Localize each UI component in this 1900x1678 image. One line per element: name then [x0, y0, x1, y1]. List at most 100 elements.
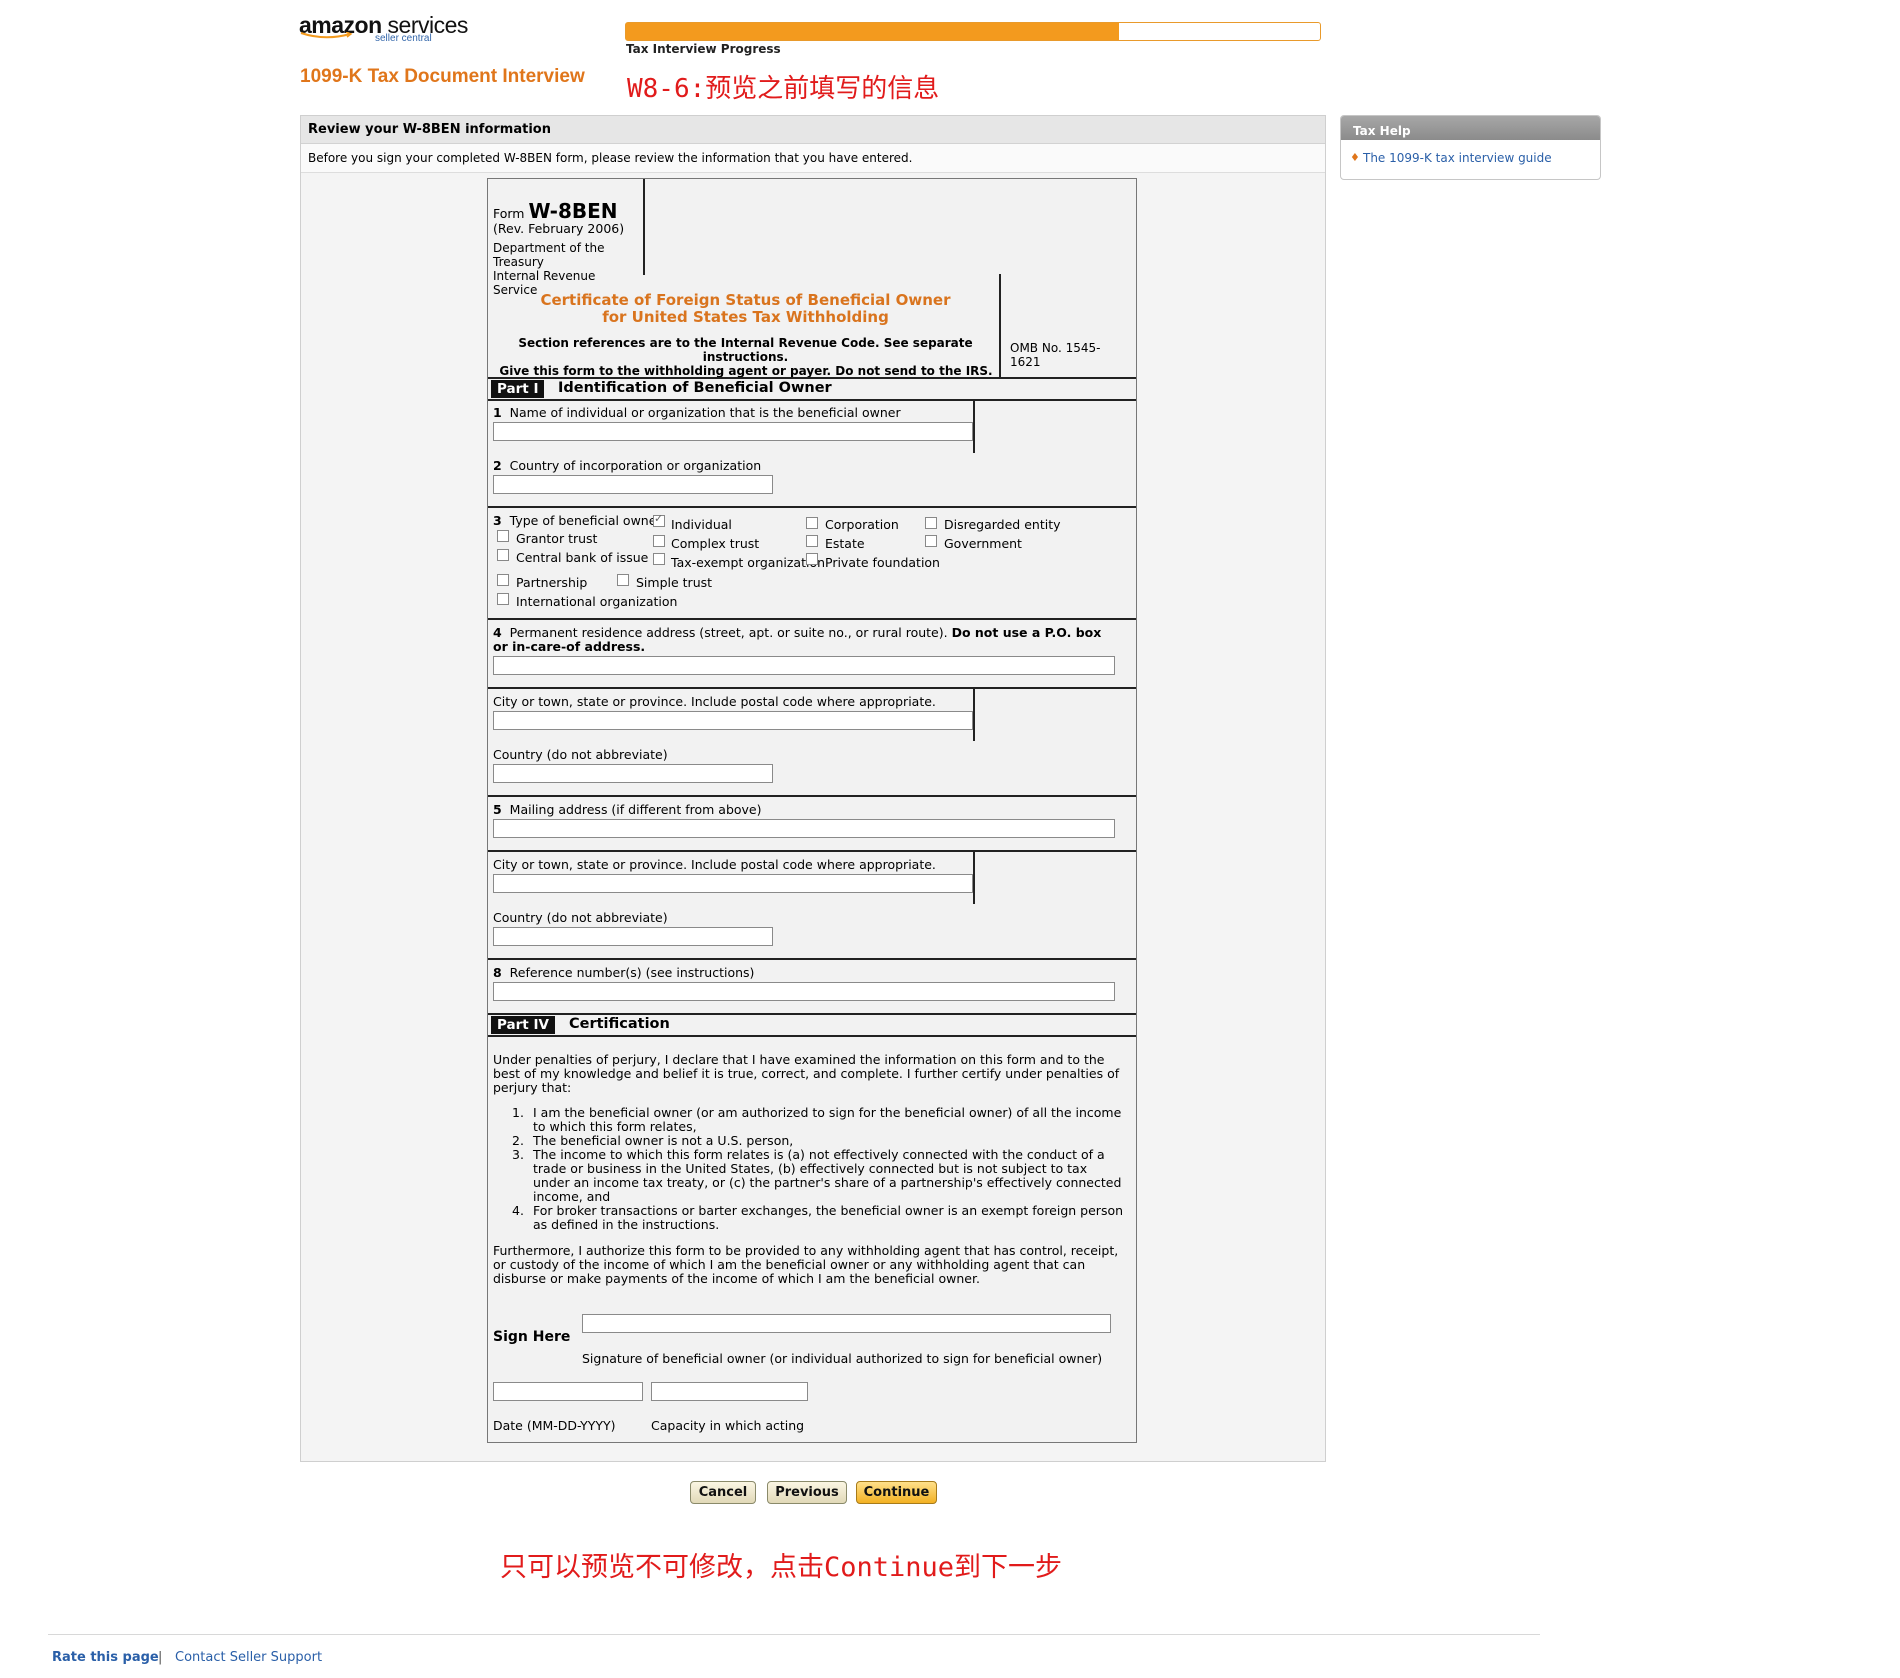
country-field[interactable] — [493, 764, 773, 783]
form-title-line-1: Certificate of Foreign Status of Benefic… — [540, 291, 951, 309]
date-field[interactable] — [493, 1382, 643, 1401]
city-field[interactable] — [493, 711, 973, 730]
individual-checkbox[interactable]: ✓ — [653, 512, 665, 527]
mailing-city-field[interactable] — [493, 874, 973, 893]
form-name: W-8BEN — [528, 199, 618, 223]
part4-label: Part IV — [491, 1016, 555, 1034]
cert-item-3-line-1: The income to which this form relates is… — [533, 1147, 1105, 1162]
bullet-icon: ♦ — [1350, 151, 1360, 164]
field4-num: 4 — [493, 625, 502, 640]
cancel-button[interactable]: Cancel — [690, 1481, 756, 1504]
city-divider — [973, 687, 975, 741]
complex-trust-checkbox[interactable] — [653, 535, 665, 547]
panel-intro: Before you sign your completed W-8BEN fo… — [301, 144, 1325, 173]
signature-field[interactable] — [582, 1314, 1111, 1333]
capacity-field[interactable] — [651, 1382, 808, 1401]
further-2: or custody of the income of which I am t… — [493, 1257, 1086, 1272]
corporation-label: Corporation — [825, 517, 899, 532]
field3-top-rule — [488, 506, 1136, 508]
reference-number-field[interactable] — [493, 982, 1115, 1001]
field3-label: 3 Type of beneficial owner: — [493, 513, 666, 528]
beneficial-owner-name-field[interactable] — [493, 422, 973, 441]
field1-label: 1 Name of individual or organization tha… — [493, 405, 901, 420]
international-org-checkbox[interactable] — [497, 593, 509, 605]
government-label: Government — [944, 536, 1022, 551]
header-divider-left — [643, 179, 645, 275]
further-1: Furthermore, I authorize this form to be… — [493, 1243, 1119, 1258]
city2-divider — [973, 850, 975, 904]
form-title-line-2: for United States Tax Withholding — [602, 308, 889, 326]
panel-heading: Review your W-8BEN information — [301, 116, 1325, 144]
country-of-incorporation-field[interactable] — [493, 475, 773, 494]
field4-bold-2: or in-care-of address. — [493, 639, 646, 654]
field8-text: Reference number(s) (see instructions) — [509, 965, 755, 980]
partnership-label: Partnership — [516, 575, 588, 590]
page-title: 1099-K Tax Document Interview — [300, 66, 585, 87]
cert-item-3-num: 3. — [512, 1147, 524, 1162]
field5-top-rule — [488, 795, 1136, 797]
city-label: City or town, state or province. Include… — [493, 694, 936, 709]
field5-text: Mailing address (if different from above… — [509, 802, 762, 817]
tax-exempt-checkbox[interactable] — [653, 553, 665, 565]
cert-item-3-line-4: income, and — [533, 1189, 611, 1204]
mailing-address-field[interactable] — [493, 819, 1115, 838]
part4-top-rule — [488, 1013, 1136, 1015]
cert-item-4-num: 4. — [512, 1203, 524, 1218]
give-form-note: Give this form to the withholding agent … — [499, 364, 993, 378]
mailing-country-field[interactable] — [493, 927, 773, 946]
contact-seller-support-link[interactable]: Contact Seller Support — [175, 1650, 322, 1665]
progress-label: 71% — [1281, 24, 1310, 38]
government-checkbox[interactable] — [925, 535, 937, 547]
grantor-trust-label: Grantor trust — [516, 531, 598, 546]
tax-exempt-label: Tax-exempt organization — [671, 555, 826, 570]
complex-trust-label: Complex trust — [671, 536, 760, 551]
tax-interview-guide-link[interactable]: The 1099-K tax interview guide — [1363, 151, 1552, 165]
annotation-top: W8-6:预览之前填写的信息 — [627, 74, 940, 104]
field1-num: 1 — [493, 405, 502, 420]
disregarded-entity-checkbox[interactable] — [925, 517, 937, 529]
individual-label: Individual — [671, 517, 732, 532]
grantor-trust-checkbox[interactable] — [497, 530, 509, 542]
w8ben-form: Form W-8BEN (Rev. February 2006) Departm… — [487, 178, 1137, 1443]
form-word: Form — [493, 206, 525, 221]
field8-top-rule — [488, 958, 1136, 960]
field8-num: 8 — [493, 965, 502, 980]
part4-title: Certification — [569, 1016, 670, 1032]
form-revision: (Rev. February 2006) — [493, 221, 625, 236]
previous-button[interactable]: Previous — [767, 1481, 847, 1504]
continue-button[interactable]: Continue — [856, 1481, 937, 1504]
estate-checkbox[interactable] — [806, 535, 818, 547]
permanent-address-field[interactable] — [493, 656, 1115, 675]
signature-caption: Signature of beneficial owner (or indivi… — [582, 1351, 1103, 1366]
central-bank-checkbox[interactable] — [497, 549, 509, 561]
cert-item-2-num: 2. — [512, 1133, 524, 1148]
field2-text: Country of incorporation or organization — [509, 458, 762, 473]
sign-here-label: Sign Here — [493, 1329, 571, 1345]
simple-trust-checkbox[interactable] — [617, 574, 629, 586]
part1-bottom-rule — [488, 399, 1136, 401]
central-bank-label: Central bank of issue — [516, 550, 649, 565]
dept-line-2: Treasury — [493, 255, 544, 269]
field5-label: 5 Mailing address (if different from abo… — [493, 802, 762, 817]
field3-text: Type of beneficial owner: — [509, 513, 666, 528]
disregarded-entity-label: Disregarded entity — [944, 517, 1061, 532]
partnership-checkbox[interactable] — [497, 574, 509, 586]
field5-num: 5 — [493, 802, 502, 817]
part1-title: Identification of Beneficial Owner — [558, 380, 832, 396]
country-label: Country (do not abbreviate) — [493, 747, 668, 762]
rate-this-page-link[interactable]: Rate this page — [52, 1650, 159, 1665]
cert-item-4-line-1: For broker transactions or barter exchan… — [533, 1203, 1124, 1218]
corporation-checkbox[interactable] — [806, 517, 818, 529]
progress-caption: Tax Interview Progress — [626, 42, 781, 56]
cert-item-3-line-3: under an income tax treaty, or (c) the p… — [533, 1175, 1122, 1190]
capacity-caption: Capacity in which acting — [651, 1418, 805, 1433]
country2-label: Country (do not abbreviate) — [493, 910, 668, 925]
field4-top-rule — [488, 618, 1136, 620]
section-refs-2: instructions. — [702, 350, 789, 364]
field2-num: 2 — [493, 458, 502, 473]
cert-item-1-line-2: to which this form relates, — [533, 1119, 697, 1134]
field8-label: 8 Reference number(s) (see instructions) — [493, 965, 754, 980]
footer-separator: | — [158, 1650, 163, 1665]
private-foundation-checkbox[interactable] — [806, 553, 818, 565]
part1-top-rule — [488, 377, 1136, 379]
